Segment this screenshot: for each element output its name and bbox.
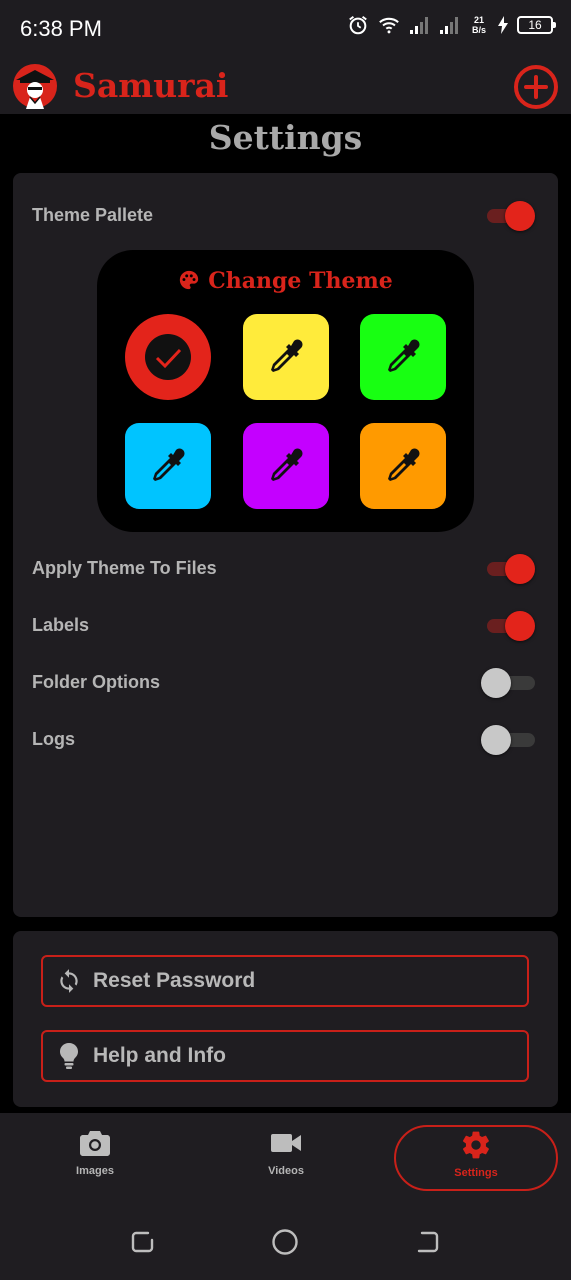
theme-panel: Change Theme [97, 250, 474, 532]
folder-options-label: Folder Options [32, 672, 160, 692]
theme-swatch-purple[interactable] [243, 423, 329, 509]
status-icons: 21 B/s 16 [347, 14, 556, 36]
logs-toggle[interactable] [481, 723, 537, 757]
signal-icon-2 [440, 17, 458, 34]
alarm-icon [349, 15, 367, 35]
theme-swatch-blue[interactable] [125, 423, 211, 509]
app-bar: Samurai [0, 60, 571, 114]
theme-swatch-yellow[interactable] [243, 314, 329, 400]
system-nav-bar [0, 1205, 571, 1280]
status-time: 6:38 PM [20, 16, 102, 41]
actions-card: Reset Password Help and Info [13, 931, 558, 1107]
page-title: Settings [208, 118, 363, 157]
folder-options-toggle[interactable] [481, 666, 537, 700]
recent-apps-icon[interactable] [128, 1227, 158, 1257]
apply-theme-to-files-label: Apply Theme To Files [32, 558, 217, 578]
nav-label-images: Images [76, 1165, 114, 1177]
eyedropper-icon [388, 339, 420, 372]
signal-icon [410, 17, 428, 34]
samurai-logo-icon [13, 64, 57, 109]
settings-card: Theme Pallete Change Theme Apply Theme T… [13, 173, 558, 917]
nav-item-images[interactable]: Images [13, 1125, 177, 1191]
folder-options-row: Folder Options [32, 662, 537, 702]
bottom-nav: Images Videos Settings [0, 1113, 571, 1205]
nav-item-videos[interactable]: Videos [204, 1125, 368, 1191]
help-and-info-button[interactable]: Help and Info [41, 1030, 529, 1082]
theme-swatch-orange[interactable] [360, 423, 446, 509]
theme-pallete-label: Theme Pallete [32, 205, 154, 225]
app-title: Samurai [73, 66, 229, 105]
battery-indicator: 16 [517, 16, 556, 34]
eyedropper-icon [388, 448, 420, 481]
eyedropper-icon [271, 339, 303, 372]
status-bar: 6:38 PM 21 B/s 16 [0, 0, 571, 60]
charging-icon [498, 16, 508, 34]
net-speed-value: 21 [473, 15, 484, 25]
theme-pallete-toggle[interactable] [485, 199, 537, 233]
labels-toggle[interactable] [485, 609, 537, 643]
apply-theme-to-files-row: Apply Theme To Files [32, 548, 537, 588]
wifi-icon [379, 17, 399, 34]
labels-label: Labels [32, 615, 90, 635]
theme-swatch-red[interactable] [125, 314, 211, 400]
net-speed-unit: B/s [471, 25, 486, 35]
reset-password-label: Reset Password [93, 969, 256, 992]
video-camera-icon [204, 1125, 368, 1161]
theme-heading-text: Change Theme [208, 268, 393, 294]
lightbulb-icon [55, 1042, 83, 1070]
back-icon[interactable] [412, 1227, 442, 1257]
nav-label-videos: Videos [268, 1165, 304, 1177]
logs-label: Logs [32, 729, 75, 749]
home-icon[interactable] [270, 1227, 300, 1257]
labels-row: Labels [32, 605, 537, 645]
nav-item-settings[interactable]: Settings [394, 1125, 558, 1191]
gear-icon [396, 1127, 556, 1163]
logs-row: Logs [32, 719, 537, 759]
apply-theme-to-files-toggle[interactable] [485, 552, 537, 586]
reset-password-button[interactable]: Reset Password [41, 955, 529, 1007]
nav-label-settings: Settings [454, 1167, 498, 1179]
camera-icon [13, 1125, 177, 1161]
eyedropper-icon [271, 448, 303, 481]
net-speed: 21 B/s [469, 15, 489, 35]
check-circle-icon [145, 334, 191, 380]
palette-icon [180, 270, 199, 290]
help-and-info-label: Help and Info [93, 1044, 226, 1067]
theme-swatch-green[interactable] [360, 314, 446, 400]
theme-pallete-row: Theme Pallete [32, 195, 537, 235]
eyedropper-icon [153, 448, 185, 481]
theme-heading: Change Theme [97, 268, 474, 294]
add-button[interactable] [513, 64, 559, 110]
sync-icon [55, 967, 83, 995]
